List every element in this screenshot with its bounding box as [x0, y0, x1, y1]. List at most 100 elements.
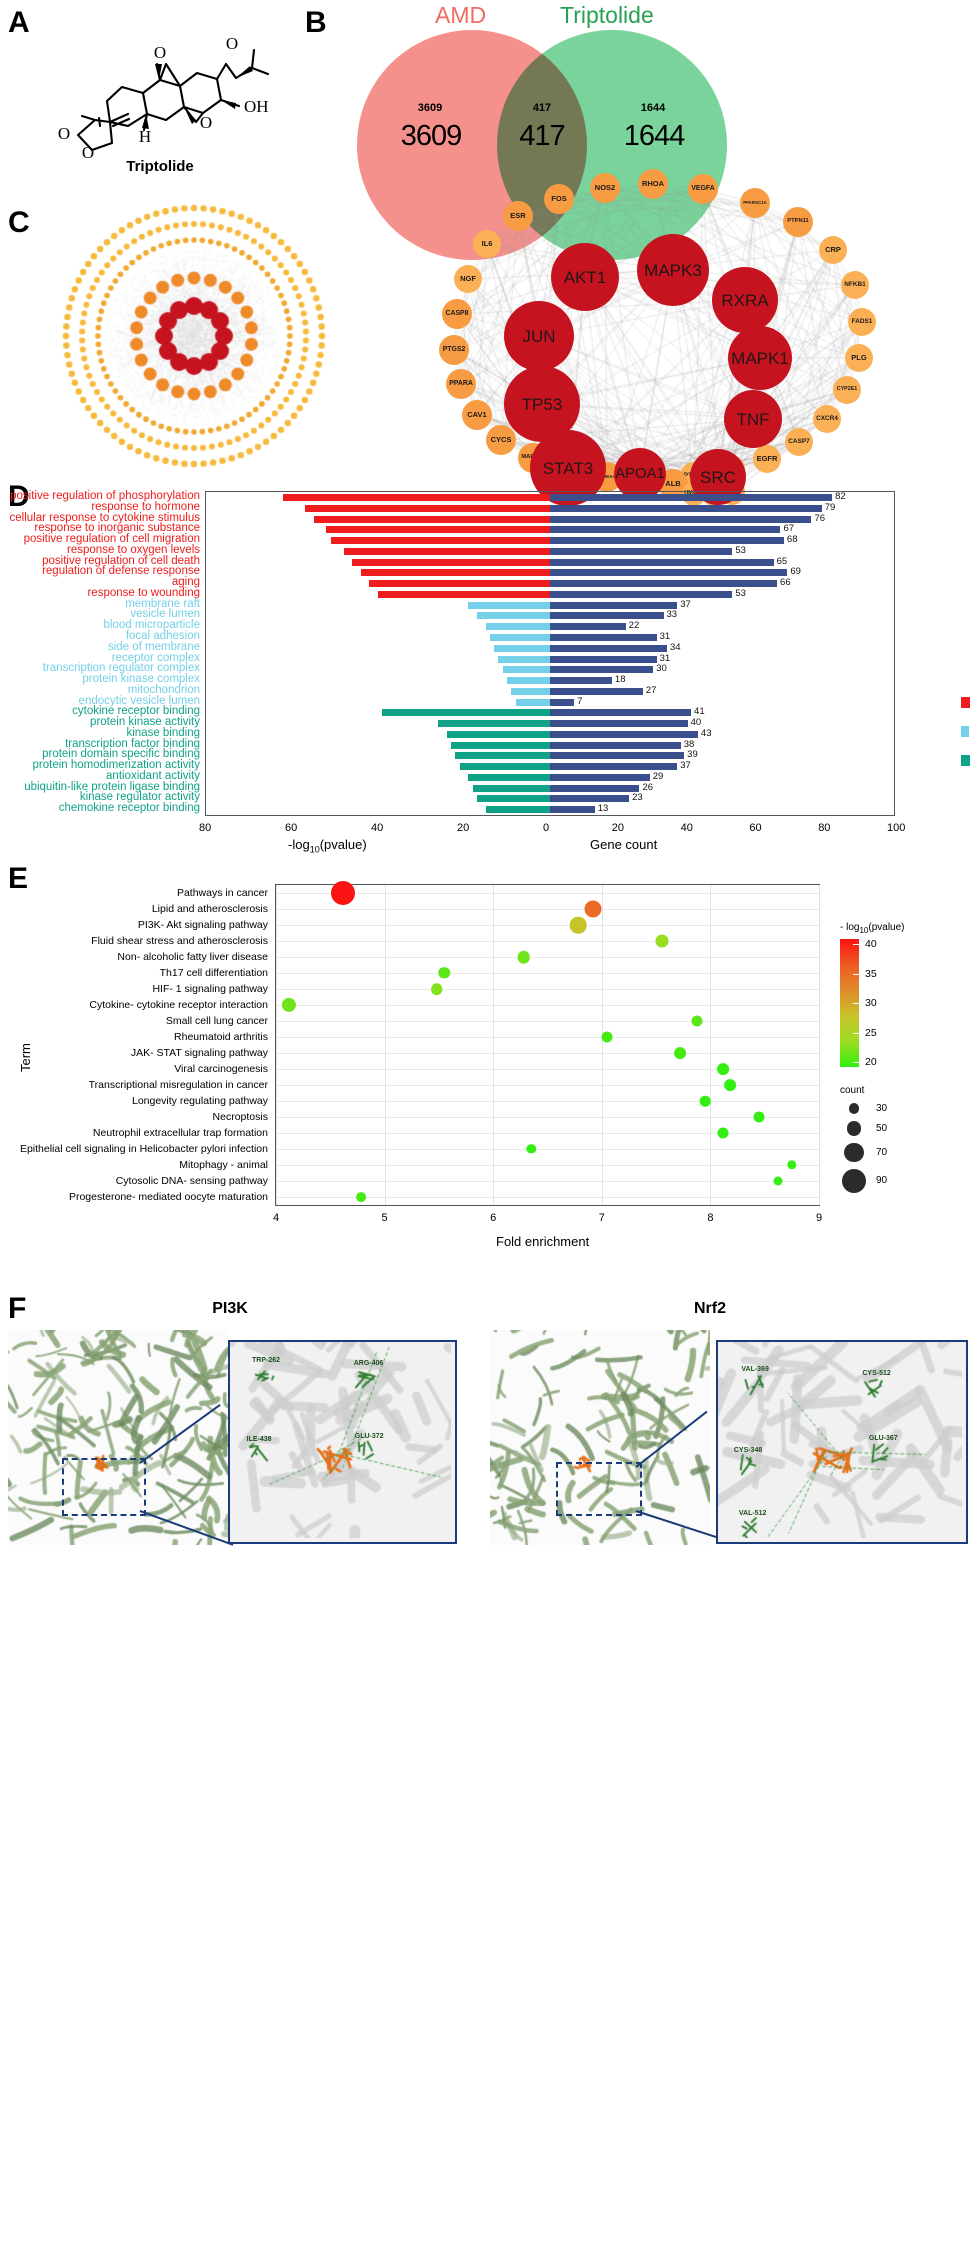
- network-node: PTPN11: [783, 207, 813, 237]
- size-legend-label: 50: [876, 1123, 887, 1134]
- go-bar-row: 37: [206, 600, 894, 611]
- ppi-network-canvas: [62, 204, 327, 469]
- panel-f-molecular-docking: F PI3K Nrf2 TRP-262 ARG-406 ILE-438 GLU-372…: [0, 1290, 971, 2250]
- svg-text:H: H: [139, 127, 151, 146]
- go-count-bar: [550, 709, 691, 716]
- go-bar-row: 41: [206, 707, 894, 718]
- go-bar-row: 30: [206, 664, 894, 675]
- size-legend-title: count: [840, 1085, 970, 1096]
- go-count-bar: [550, 516, 811, 523]
- kegg-term-label: Non- alcoholic fatty liver disease: [117, 951, 268, 963]
- go-pvalue-bar: [511, 688, 550, 695]
- kegg-plot-area: [275, 884, 820, 1206]
- network-node: ESR: [503, 201, 533, 231]
- go-bar-row: 31: [206, 632, 894, 643]
- go-bar-row: 33: [206, 610, 894, 621]
- go-term-label: side of membrane: [108, 642, 200, 653]
- residue-label: GLU-372: [355, 1433, 384, 1440]
- go-pvalue-bar: [455, 752, 550, 759]
- network-hub-node: JUN: [504, 301, 574, 371]
- go-count-bar: [550, 559, 774, 566]
- go-count-bar: [550, 656, 657, 663]
- go-count-label: 37: [680, 600, 691, 611]
- go-pvalue-bar: [344, 548, 550, 555]
- go-count-bar: [550, 537, 784, 544]
- kegg-term-label: Viral carcinogenesis: [174, 1063, 268, 1075]
- network-node: CASP8: [442, 299, 472, 329]
- go-axis-tick: 20: [457, 822, 469, 834]
- go-count-label: 53: [735, 589, 746, 600]
- venn-left-count-small: 3609: [400, 102, 460, 114]
- go-pvalue-bar: [382, 709, 550, 716]
- kegg-term-label: HIF- 1 signaling pathway: [152, 983, 268, 995]
- go-count-bar: [550, 580, 777, 587]
- size-legend-label: 70: [876, 1147, 887, 1158]
- go-term-label: response to hormone: [91, 502, 200, 513]
- legend-swatch: [961, 697, 970, 708]
- go-count-bar: [550, 731, 698, 738]
- go-count-label: 33: [667, 610, 678, 621]
- go-bar-row: 69: [206, 567, 894, 578]
- go-count-bar: [550, 720, 688, 727]
- go-axis-tick: 80: [818, 822, 830, 834]
- go-pvalue-bar: [494, 645, 550, 652]
- kegg-data-point: [724, 1079, 736, 1091]
- size-legend-dot: [844, 1143, 863, 1162]
- go-count-bar: [550, 688, 643, 695]
- network-node: CAV1: [462, 400, 492, 430]
- go-xaxis-left-title: -log10(pvalue): [288, 837, 367, 855]
- kegg-data-point: [655, 935, 668, 948]
- go-count-bar: [550, 785, 639, 792]
- go-count-label: 65: [777, 557, 788, 568]
- colorbar-tick: 20: [865, 1056, 877, 1068]
- network-node: CYCS: [486, 425, 516, 455]
- go-count-label: 30: [656, 664, 667, 675]
- go-axis-tick: 0: [543, 822, 549, 834]
- go-count-bar: [550, 677, 612, 684]
- colorbar-dash: [853, 944, 859, 945]
- go-pvalue-bar: [361, 569, 550, 576]
- go-legend: Biological processCellular componentMole…: [961, 690, 971, 777]
- go-count-label: 43: [701, 729, 712, 740]
- network-node: NOS2: [590, 173, 620, 203]
- go-bar-row: 38: [206, 740, 894, 751]
- network-hub-node: AKT1: [551, 243, 619, 311]
- triptolide-structure-diagram: O O O OH O O H: [0, 2, 300, 162]
- go-count-bar: [550, 494, 832, 501]
- go-count-label: 26: [642, 783, 653, 794]
- residue-label: ILE-438: [247, 1436, 272, 1443]
- go-axis-tick: 80: [199, 822, 211, 834]
- go-pvalue-bar: [468, 602, 550, 609]
- size-legend-dot: [842, 1169, 866, 1193]
- residue-label: VAL-512: [739, 1510, 767, 1517]
- go-pvalue-bar: [516, 699, 550, 706]
- kegg-data-point: [773, 1177, 782, 1186]
- go-count-label: 76: [814, 514, 825, 525]
- network-node: NGF: [454, 265, 482, 293]
- go-bar-row: 7: [206, 697, 894, 708]
- kegg-xaxis-title: Fold enrichment: [496, 1234, 589, 1249]
- kegg-legend: - log10(pvalue) 40 35 30 25 20 count 30 50 70 9…: [840, 922, 970, 1193]
- colorbar-tick: 35: [865, 968, 877, 980]
- go-bar-row: 79: [206, 503, 894, 514]
- colorbar-dash: [853, 974, 859, 975]
- go-count-label: 27: [646, 686, 657, 697]
- kegg-data-point: [718, 1063, 730, 1075]
- colorbar-tick: 25: [865, 1027, 877, 1039]
- kegg-yaxis-title: Term: [18, 1043, 33, 1072]
- go-count-bar: [550, 763, 677, 770]
- size-legend-item: 30: [840, 1103, 970, 1114]
- network-hub-node: TNF: [724, 390, 782, 448]
- go-bar-row: 29: [206, 772, 894, 783]
- size-legend-label: 30: [876, 1103, 887, 1114]
- go-pvalue-bar: [486, 806, 551, 813]
- go-bar-row: 68: [206, 535, 894, 546]
- panel-e-label: E: [8, 864, 28, 894]
- go-count-label: 79: [825, 503, 836, 514]
- go-bar-row: 23: [206, 793, 894, 804]
- pi3k-binding-site-zoom: TRP-262 ARG-406 ILE-438 GLU-372: [228, 1340, 457, 1544]
- go-count-label: 31: [660, 632, 671, 643]
- go-pvalue-bar: [503, 666, 550, 673]
- network-node: PPARGC1A: [740, 188, 770, 218]
- venn-left-title: AMD: [435, 2, 486, 29]
